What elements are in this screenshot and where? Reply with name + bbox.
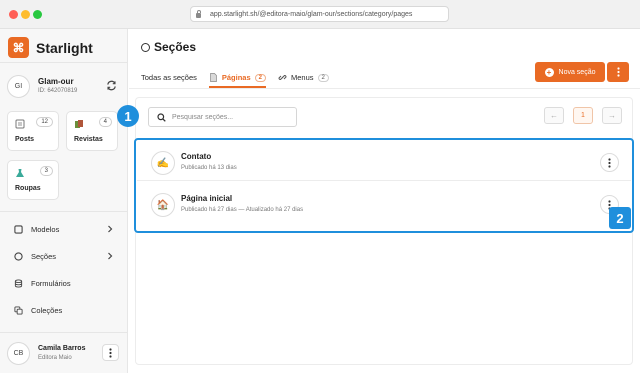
tile-roupas[interactable]: 3 Roupas — [7, 160, 59, 200]
sidebar-item-modelos[interactable]: Modelos — [14, 221, 114, 237]
user-organization: Editora Maio — [38, 355, 72, 361]
user-avatar: CB — [7, 342, 30, 365]
tile-label: Revistas — [74, 136, 103, 143]
tile-revistas[interactable]: 4 Revistas — [66, 111, 118, 151]
brand-name: Starlight — [36, 39, 93, 56]
maximize-window-button[interactable] — [33, 10, 42, 19]
pagination: ← 1 → — [535, 107, 622, 124]
dress-icon — [16, 169, 24, 177]
search-icon — [157, 112, 166, 122]
user-name: Camila Barros — [38, 345, 86, 352]
square-icon — [14, 224, 23, 234]
tab-paginas[interactable]: Páginas 2 — [208, 68, 267, 88]
page-title-text: Seções — [154, 40, 197, 54]
close-window-button[interactable] — [9, 10, 18, 19]
sidebar-divider — [0, 211, 128, 212]
sidebar-item-colecoes[interactable]: Coleções — [14, 302, 114, 318]
browser-chrome: app.starlight.sh/@editora-maio/glam-our/… — [0, 0, 640, 29]
sidebar: ⌘ Starlight GI Glam-our ID: 642070819 12… — [0, 29, 128, 373]
tile-label: Posts — [15, 136, 35, 143]
sidebar-item-label: Coleções — [31, 305, 63, 315]
user-menu-button[interactable] — [102, 344, 119, 361]
account-avatar: GI — [7, 75, 30, 98]
lock-icon — [196, 10, 201, 18]
tab-count-badge: 2 — [254, 73, 266, 82]
sidebar-item-label: Modelos — [31, 224, 60, 234]
magazine-icon — [75, 120, 83, 128]
new-section-label: Nova seção — [558, 68, 596, 76]
database-icon — [14, 278, 23, 288]
tab-todas-as-secoes[interactable]: Todas as seções — [141, 68, 197, 87]
page-icon — [210, 73, 217, 82]
url-text: app.starlight.sh/@editora-maio/glam-our/… — [210, 10, 413, 18]
revistas-count-badge: 4 — [98, 117, 112, 127]
minimize-window-button[interactable] — [21, 10, 30, 19]
sidebar-item-formularios[interactable]: Formulários — [14, 275, 114, 291]
annotation-marker-1: 1 — [117, 105, 139, 127]
collections-icon — [14, 305, 23, 315]
user-profile[interactable]: CB Camila Barros Editora Maio — [7, 342, 121, 367]
tab-label: Páginas — [221, 73, 251, 82]
annotation-marker-2: 2 — [609, 207, 631, 229]
kebab-icon — [109, 347, 112, 358]
current-page-button[interactable]: 1 — [573, 107, 593, 124]
search-field[interactable] — [148, 107, 297, 127]
chevron-right-icon — [108, 225, 113, 233]
sidebar-divider — [0, 62, 128, 63]
roupas-count-badge: 3 — [39, 166, 53, 176]
circle-icon — [141, 42, 150, 52]
kebab-icon — [616, 67, 620, 77]
tile-posts[interactable]: 12 Posts — [7, 111, 59, 151]
highlight-frame — [134, 138, 634, 233]
posts-count-badge: 12 — [36, 117, 53, 127]
posts-icon — [15, 119, 25, 129]
circle-icon — [14, 251, 23, 261]
new-section-button[interactable]: + Nova seção — [535, 62, 605, 82]
sidebar-item-label: Formulários — [31, 278, 71, 288]
tile-label: Roupas — [15, 185, 41, 192]
section-tabs: Todas as seções Páginas 2 Menus 2 — [141, 68, 341, 90]
more-actions-button[interactable] — [607, 62, 629, 82]
link-icon — [278, 75, 287, 80]
sidebar-item-label: Seções — [31, 251, 57, 261]
account-id: ID: 642070819 — [38, 88, 78, 94]
tab-label: Todas as seções — [141, 73, 197, 82]
prev-page-button[interactable]: ← — [544, 107, 564, 124]
account-switcher[interactable]: GI Glam-our ID: 642070819 — [7, 75, 121, 100]
brand[interactable]: ⌘ Starlight — [8, 37, 93, 58]
page-title: Seções — [141, 40, 196, 54]
account-name: Glam-our — [38, 77, 74, 86]
next-page-button[interactable]: → — [602, 107, 622, 124]
tab-menus[interactable]: Menus 2 — [278, 68, 329, 87]
search-input[interactable] — [172, 113, 292, 121]
tab-count-badge: 2 — [317, 73, 329, 82]
sidebar-item-secoes[interactable]: Seções — [14, 248, 114, 264]
tab-label: Menus — [290, 73, 314, 82]
address-bar[interactable]: app.starlight.sh/@editora-maio/glam-our/… — [190, 6, 449, 22]
starlight-logo-icon: ⌘ — [8, 37, 29, 58]
tabs-divider — [129, 88, 640, 89]
switch-account-icon[interactable] — [106, 80, 117, 91]
chevron-right-icon — [108, 252, 113, 260]
plus-icon: + — [544, 67, 554, 77]
sidebar-divider — [0, 332, 128, 333]
